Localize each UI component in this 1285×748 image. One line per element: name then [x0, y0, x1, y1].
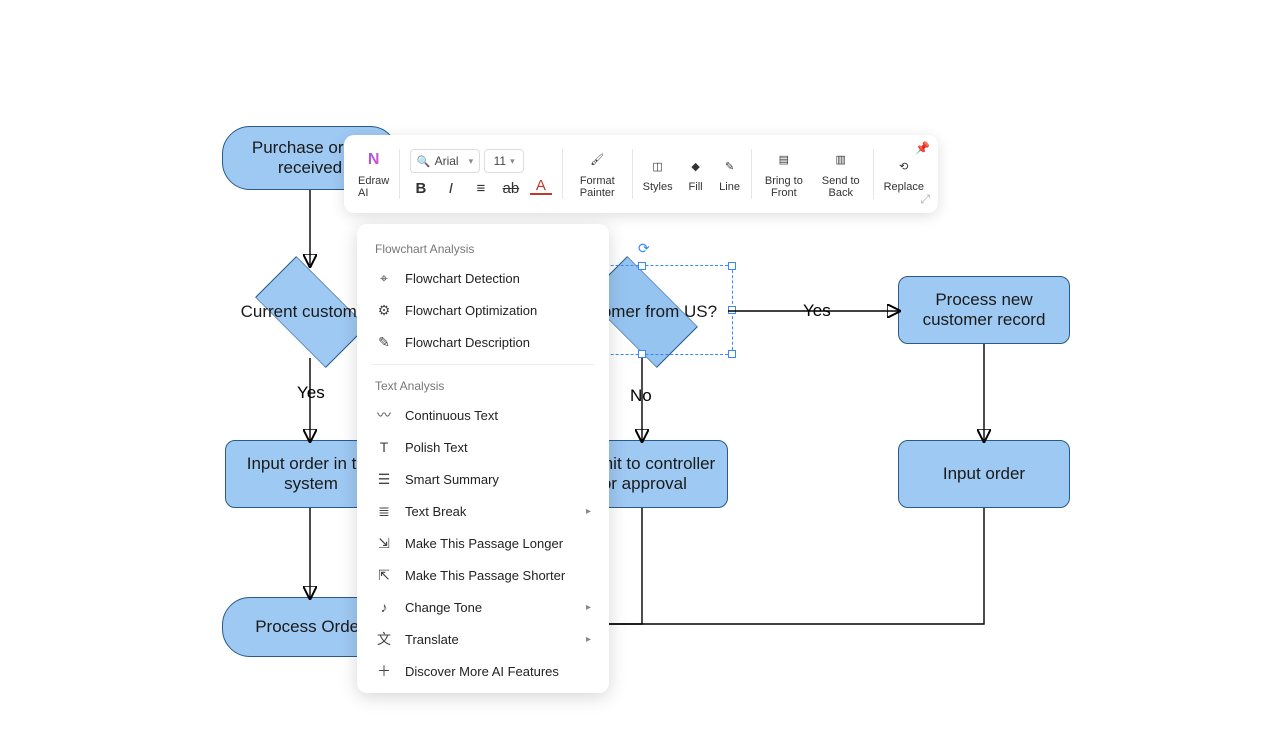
menu-polish-text[interactable]: T Polish Text — [357, 431, 609, 463]
connectors — [0, 0, 1285, 748]
chevron-right-icon: ▸ — [586, 602, 591, 613]
section-title: Text Analysis — [357, 371, 609, 399]
replace-icon: ⟲ — [893, 155, 915, 177]
menu-translate[interactable]: 文 Translate ▸ — [357, 623, 609, 655]
tone-icon: ♪ — [375, 598, 393, 616]
menu-label: Flowchart Description — [405, 335, 530, 350]
button-label: Line — [719, 181, 740, 193]
bring-to-front-button[interactable]: ▤ Bring to Front — [761, 149, 806, 199]
menu-smart-summary[interactable]: ☰ Smart Summary — [357, 463, 609, 495]
bring-front-icon: ▤ — [773, 149, 795, 171]
menu-text-break[interactable]: ≣ Text Break ▸ — [357, 495, 609, 527]
button-label: Edraw AI — [358, 175, 389, 199]
ai-panel: Flowchart Analysis ⌖ Flowchart Detection… — [357, 224, 609, 693]
fill-button[interactable]: ◆ Fill — [685, 155, 707, 193]
longer-icon: ⇲ — [375, 534, 393, 552]
menu-label: Flowchart Detection — [405, 271, 520, 286]
optimization-icon: ⚙ — [375, 301, 393, 319]
menu-continuous-text[interactable]: 〰 Continuous Text — [357, 399, 609, 431]
expand-icon[interactable]: ⤢ — [920, 192, 930, 207]
menu-label: Discover More AI Features — [405, 664, 559, 679]
menu-make-longer[interactable]: ⇲ Make This Passage Longer — [357, 527, 609, 559]
chevron-right-icon: ▸ — [586, 634, 591, 645]
separator — [562, 149, 563, 199]
separator — [399, 149, 400, 199]
divider — [371, 364, 595, 365]
ai-logo-icon: N — [363, 149, 385, 171]
menu-label: Make This Passage Longer — [405, 536, 563, 551]
bold-button[interactable]: B — [410, 177, 432, 199]
detection-icon: ⌖ — [375, 269, 393, 287]
chevron-down-icon: ▾ — [469, 156, 474, 167]
shorter-icon: ⇱ — [375, 566, 393, 584]
button-label: Styles — [643, 181, 673, 193]
menu-change-tone[interactable]: ♪ Change Tone ▸ — [357, 591, 609, 623]
menu-label: Smart Summary — [405, 472, 499, 487]
italic-button[interactable]: I — [440, 177, 462, 199]
menu-label: Text Break — [405, 504, 466, 519]
button-label: Bring to Front — [761, 175, 806, 199]
flowchart-canvas[interactable]: Purchase order received Current customer… — [0, 0, 1285, 748]
replace-button[interactable]: ⟲ Replace — [884, 155, 924, 193]
paintbrush-icon: 🖌 — [586, 149, 608, 171]
continuous-text-icon: 〰 — [375, 406, 393, 424]
styles-icon: ◫ — [647, 155, 669, 177]
send-back-icon: ▥ — [830, 149, 852, 171]
menu-label: Change Tone — [405, 600, 482, 615]
section-title: Flowchart Analysis — [357, 234, 609, 262]
font-size-select[interactable]: 11 ▾ — [484, 149, 524, 173]
polish-icon: T — [375, 438, 393, 456]
menu-flowchart-optimization[interactable]: ⚙ Flowchart Optimization — [357, 294, 609, 326]
line-icon: ✎ — [719, 155, 741, 177]
chevron-right-icon: ▸ — [586, 506, 591, 517]
button-label: Format Painter — [573, 175, 622, 199]
font-name: Arial — [435, 154, 459, 168]
text-break-icon: ≣ — [375, 502, 393, 520]
menu-label: Continuous Text — [405, 408, 498, 423]
button-label: Fill — [689, 181, 703, 193]
styles-button[interactable]: ◫ Styles — [643, 155, 673, 193]
summary-icon: ☰ — [375, 470, 393, 488]
menu-discover-more[interactable]: ＋ Discover More AI Features — [357, 655, 609, 687]
refresh-icon[interactable]: ⟳ — [638, 240, 654, 256]
font-family-select[interactable]: 🔍 Arial ▾ — [410, 149, 480, 173]
menu-label: Flowchart Optimization — [405, 303, 537, 318]
separator — [873, 149, 874, 199]
description-icon: ✎ — [375, 333, 393, 351]
align-button[interactable]: ≡ — [470, 177, 492, 199]
search-icon: 🔍 — [417, 155, 431, 168]
line-button[interactable]: ✎ Line — [719, 155, 741, 193]
button-label: Replace — [884, 181, 924, 193]
edraw-ai-button[interactable]: N Edraw AI — [358, 149, 389, 199]
menu-label: Translate — [405, 632, 459, 647]
font-size: 11 — [494, 154, 506, 168]
pin-icon[interactable]: 📌 — [915, 141, 930, 155]
menu-make-shorter[interactable]: ⇱ Make This Passage Shorter — [357, 559, 609, 591]
format-painter-button[interactable]: 🖌 Format Painter — [573, 149, 622, 199]
menu-label: Make This Passage Shorter — [405, 568, 565, 583]
plus-icon: ＋ — [375, 662, 393, 680]
translate-icon: 文 — [375, 630, 393, 648]
send-to-back-button[interactable]: ▥ Send to Back — [819, 149, 863, 199]
strikethrough-button[interactable]: ab — [500, 177, 522, 199]
menu-flowchart-description[interactable]: ✎ Flowchart Description — [357, 326, 609, 358]
font-color-button[interactable]: A — [530, 177, 552, 195]
floating-toolbar: 📌 ⤢ N Edraw AI 🔍 Arial ▾ 11 ▾ B I ≡ ab A — [344, 135, 938, 213]
chevron-down-icon: ▾ — [510, 156, 515, 167]
separator — [751, 149, 752, 199]
fill-icon: ◆ — [685, 155, 707, 177]
menu-label: Polish Text — [405, 440, 468, 455]
menu-flowchart-detection[interactable]: ⌖ Flowchart Detection — [357, 262, 609, 294]
button-label: Send to Back — [819, 175, 863, 199]
separator — [632, 149, 633, 199]
